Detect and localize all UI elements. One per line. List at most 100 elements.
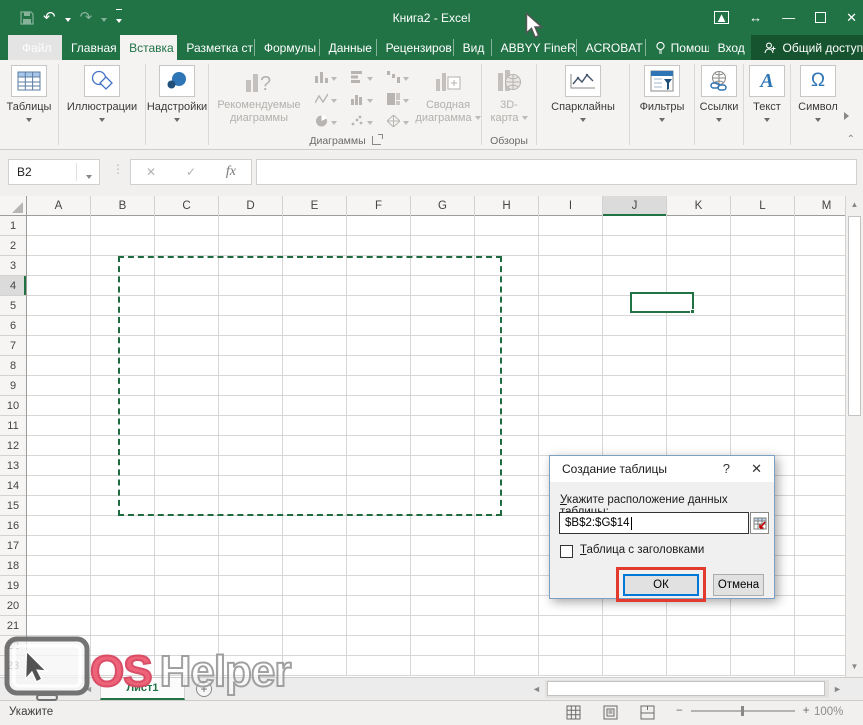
sparklines-button[interactable]: Спарклайны [551,60,615,122]
radar-chart-button[interactable] [380,110,416,132]
scroll-right-icon[interactable]: ► [829,680,846,698]
confirm-entry-icon[interactable]: ✓ [186,165,196,179]
pivot-chart-button[interactable]: Сводная диаграмма [416,60,480,125]
column-header[interactable]: E [283,196,347,216]
fill-handle[interactable] [690,309,695,314]
zoom-in-icon[interactable]: + [803,705,810,717]
links-button[interactable]: Ссылки [700,60,739,122]
tab-home[interactable]: Главная [62,35,120,60]
horizontal-scroll-thumb[interactable] [547,681,825,696]
column-header[interactable]: D [219,196,283,216]
column-chart-button[interactable] [308,66,344,88]
vertical-scroll-thumb[interactable] [848,216,861,416]
column-header[interactable]: K [667,196,731,216]
row-header[interactable]: 1 [0,216,26,236]
name-box[interactable]: B2 [8,159,100,185]
dialog-help-icon[interactable]: ? [723,461,730,476]
row-header[interactable]: 4 [0,276,26,296]
histogram-chart-button[interactable] [344,88,380,110]
cancel-entry-icon[interactable]: ✕ [146,165,156,179]
row-header[interactable]: 8 [0,356,26,376]
zoom-out-icon[interactable]: − [676,705,683,717]
column-header[interactable]: I [539,196,603,216]
close-button[interactable]: ✕ [846,11,857,24]
formula-bar-drag-handle[interactable]: ⋮ [112,162,125,176]
share-button[interactable]: Общий доступ [751,35,863,60]
pie-chart-button[interactable] [308,110,344,132]
tab-page-layout[interactable]: Разметка ст [177,35,254,60]
normal-view-icon[interactable] [566,705,581,720]
tab-review[interactable]: Рецензиров [377,35,453,60]
cells-region[interactable] [27,216,845,676]
column-header[interactable]: B [91,196,155,216]
row-header[interactable]: 3 [0,256,26,276]
column-header[interactable]: A [27,196,91,216]
row-header[interactable]: 5 [0,296,26,316]
hierarchy-chart-button[interactable] [380,88,416,110]
column-header[interactable]: L [731,196,795,216]
row-header[interactable]: 18 [0,556,26,576]
column-header[interactable]: H [475,196,539,216]
horizontal-scrollbar[interactable]: ◄ ► [528,680,846,698]
range-picker-button[interactable] [750,512,769,534]
scatter-chart-button[interactable] [344,110,380,132]
ribbon-overflow-icon[interactable] [844,112,849,120]
maximize-button[interactable] [815,12,826,23]
row-header[interactable]: 15 [0,496,26,516]
recommended-charts-button[interactable]: ? Рекомендуемые диаграммы [210,60,308,125]
bar-chart-button[interactable] [344,66,380,88]
row-header[interactable]: 13 [0,456,26,476]
minimize-button[interactable]: — [782,11,795,24]
illustrations-button[interactable]: Иллюстрации [67,60,137,122]
scroll-up-icon[interactable]: ▲ [846,196,863,213]
column-header[interactable]: J [603,196,667,216]
zoom-slider-thumb[interactable] [741,706,744,716]
row-header[interactable]: 20 [0,596,26,616]
row-header[interactable]: 17 [0,536,26,556]
vertical-scrollbar[interactable]: ▲ ▼ [845,196,863,677]
tab-insert[interactable]: Вставка [120,35,177,60]
page-break-view-icon[interactable] [640,705,655,720]
select-all-corner[interactable] [0,196,27,216]
sign-in-button[interactable]: Вход [709,35,751,60]
range-input[interactable]: $B$2:$G$14 [559,512,749,534]
cancel-button[interactable]: Отмена [713,574,764,596]
row-header[interactable]: 12 [0,436,26,456]
name-box-dropdown-icon[interactable] [86,175,92,179]
dialog-launcher-icon[interactable] [372,136,381,145]
column-header[interactable]: F [347,196,411,216]
tab-view[interactable]: Вид [454,35,491,60]
filters-button[interactable]: Фильтры [640,60,685,122]
ribbon-display-options-icon[interactable]: ▲ [714,11,729,24]
addins-button[interactable]: Надстройки [147,60,207,122]
map3d-button[interactable]: 3D- карта [490,60,527,125]
dialog-close-icon[interactable]: ✕ [751,461,762,477]
row-header[interactable]: 9 [0,376,26,396]
page-layout-view-icon[interactable] [603,705,618,720]
row-header[interactable]: 14 [0,476,26,496]
tab-formulas[interactable]: Формулы [255,35,319,60]
column-header[interactable]: C [155,196,219,216]
scroll-down-icon[interactable]: ▼ [846,658,863,675]
tab-data[interactable]: Данные [320,35,376,60]
active-cell[interactable] [630,292,694,313]
formula-input[interactable] [256,159,857,185]
waterfall-chart-button[interactable] [380,66,416,88]
stock-chart-button[interactable] [308,88,344,110]
symbols-button[interactable]: Ω Символ [798,60,838,122]
scroll-left-icon[interactable]: ◄ [528,680,545,698]
insert-function-icon[interactable]: fx [226,164,236,180]
headers-checkbox[interactable] [560,545,573,558]
text-button[interactable]: A Текст [749,60,785,122]
row-header[interactable]: 16 [0,516,26,536]
row-header[interactable]: 21 [0,616,26,636]
zoom-slider[interactable] [691,710,795,712]
tab-file[interactable]: Файл [8,35,62,60]
row-header[interactable]: 7 [0,336,26,356]
collapse-ribbon-icon[interactable]: ⌃ [847,134,855,145]
tab-acrobat[interactable]: ACROBAT [577,35,645,60]
column-header[interactable]: G [411,196,475,216]
zoom-level[interactable]: 100% [814,706,843,718]
row-header[interactable]: 6 [0,316,26,336]
tables-button[interactable]: Таблицы [7,60,52,122]
